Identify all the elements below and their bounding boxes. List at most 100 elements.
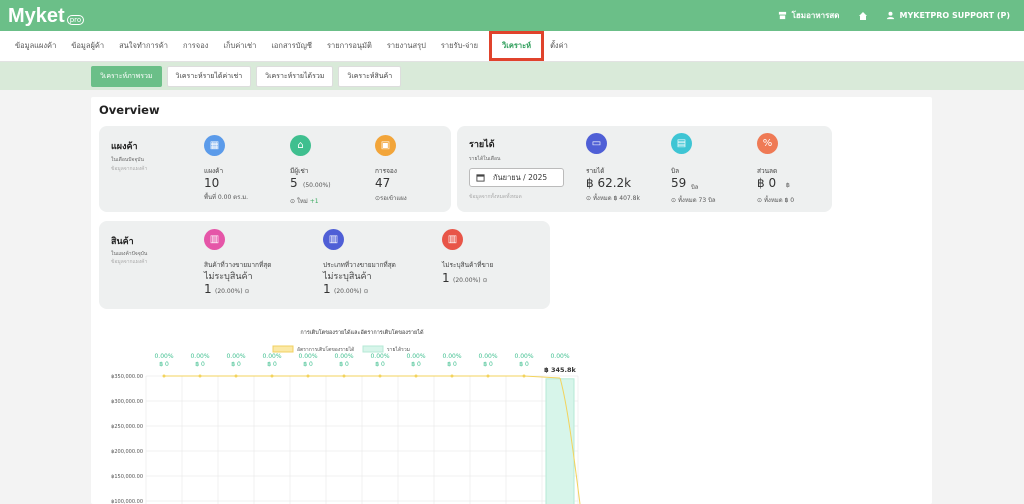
logo[interactable]: Myket pro (8, 5, 85, 27)
revenue-growth-chart: การเติบโตของรายได้และอัตราการเติบโตของรา… (111, 328, 581, 504)
tenant-new: ⊙ ใหม่ +1 (290, 198, 319, 205)
revenue-value-label: ฿ 0 (483, 361, 493, 368)
chart-title: การเติบโตของรายได้และอัตราการเติบโตของรา… (300, 328, 424, 336)
revenue-value-label: ฿ 0 (267, 361, 277, 368)
growth-pct-label: 0.00% (262, 353, 281, 360)
p1-name: ไม่ระบุสินค้า (204, 272, 253, 282)
growth-point (522, 374, 526, 378)
menu-item-approvals[interactable]: รายการอนุมัติ (327, 40, 372, 52)
discount-icon: % (757, 133, 778, 154)
menu-item-income-expense[interactable]: รายรับ-จ่าย (441, 40, 478, 52)
brand-suffix: pro (66, 14, 85, 25)
tenant-pct: (50.00%) (303, 182, 331, 189)
stalls-sub: ในเดือนปัจจุบัน (111, 157, 144, 163)
growth-point (414, 374, 418, 378)
top-bar: Myket pro โฮมอาหารสด MYKETPRO SUPPORT (P… (0, 0, 1024, 31)
p1-pct: (20.00%) ⊙ (215, 288, 250, 295)
bill-total: ⊙ ทั้งหมด 73 บิล (671, 197, 716, 204)
menu-item-interest[interactable]: สนใจทำการค้า (119, 40, 168, 52)
tenant-label: มีผู้เช่า (290, 167, 309, 175)
subtab-rent-income[interactable]: วิเคราะห์รายได้ค่าเช่า (166, 65, 252, 87)
legend-revenue: รายได้รวม (387, 346, 410, 353)
income-sub2: ข้อมูลจากทั้งหมดทั้งหมด (469, 194, 522, 200)
legend-swatch-growth (272, 345, 294, 353)
store-front-icon: ▥ (323, 229, 344, 250)
growth-point (162, 374, 166, 378)
revenue-bar (545, 378, 575, 504)
revenue-total: ⊙ ทั้งหมด ฿ 407.8k (586, 195, 640, 202)
stall-area: พื้นที่ 0.00 ตร.ม. (204, 194, 249, 201)
revenue-value-label: ฿ 0 (447, 361, 457, 368)
growth-point (306, 374, 310, 378)
menu-item-tenants[interactable]: ข้อมูลผู้ค้า (71, 40, 104, 52)
growth-point (450, 374, 454, 378)
store-label: โฮมอาหารสด (791, 11, 840, 20)
home-button[interactable] (858, 11, 868, 21)
booking-icon: ▣ (375, 135, 396, 156)
calendar-icon (476, 174, 485, 182)
revenue-value-label: ฿ 0 (375, 361, 385, 368)
p3-pct: (20.00%) ⊙ (453, 277, 488, 284)
tenant-value: 5 (290, 176, 298, 190)
subtab-overview[interactable]: วิเคราะห์ภาพรวม (91, 65, 162, 87)
y-tick-label: ฿150,000.00 (111, 474, 143, 480)
products-sub2: ข้อมูลจากแผงค้า (111, 259, 148, 265)
menu-item-rent[interactable]: เก็บค่าเช่า (223, 40, 256, 52)
p3-label: ไม่ระบุสินค้าที่ขาย (442, 261, 494, 269)
store-icon (778, 11, 786, 20)
growth-point (198, 374, 202, 378)
p3-value: 1 (442, 271, 450, 285)
income-title: รายได้ (469, 140, 495, 150)
revenue-value: ฿ 62.2k (586, 176, 632, 190)
p1-value: 1 (204, 282, 212, 296)
growth-point (342, 374, 346, 378)
y-tick-label: ฿350,000.00 (111, 374, 143, 380)
growth-point (270, 374, 274, 378)
menu-item-stalls[interactable]: ข้อมูลแผงค้า (15, 40, 56, 52)
last-pct-label: 0.00% (550, 353, 569, 360)
subtab-products[interactable]: วิเคราะห์สินค้า (338, 65, 402, 87)
booking-value: 47 (375, 176, 391, 190)
growth-pct-label: 0.00% (478, 353, 497, 360)
growth-pct-label: 0.00% (442, 353, 461, 360)
products-sub: ในแผงค้าปัจจุบัน (111, 251, 148, 257)
growth-pct-label: 0.00% (226, 353, 245, 360)
p2-name: ไม่ระบุสินค้า (323, 272, 372, 282)
month-picker[interactable]: กันยายน / 2025 (469, 168, 564, 187)
revenue-label: รายได้ (586, 167, 605, 175)
legend-growth: อัตราการเติบโตของรายได้ (297, 346, 354, 353)
revenue-value-label: ฿ 0 (303, 361, 313, 368)
growth-point (378, 374, 382, 378)
main-menu: ข้อมูลแผงค้า ข้อมูลผู้ค้า สนใจทำการค้า ก… (0, 31, 1024, 62)
stall-count-value: 10 (204, 176, 220, 190)
discount-label: ส่วนลด (757, 167, 778, 175)
growth-pct-label: 0.00% (406, 353, 425, 360)
growth-pct-label: 0.00% (370, 353, 389, 360)
user-menu[interactable]: MYKETPRO SUPPORT (P) (886, 11, 1011, 20)
p2-value: 1 (323, 282, 331, 296)
revenue-value-label: ฿ 0 (195, 361, 205, 368)
growth-pct-label: 0.00% (190, 353, 209, 360)
stall-count-label: แผงค้า (204, 167, 224, 175)
growth-pct-label: 0.00% (154, 353, 173, 360)
house-icon: ⌂ (290, 135, 311, 156)
bill-unit: บิล (691, 184, 699, 191)
revenue-value-label: ฿ 0 (519, 361, 529, 368)
menu-item-documents[interactable]: เอกสารบัญชี (271, 40, 312, 52)
user-label: MYKETPRO SUPPORT (P) (899, 11, 1011, 20)
subtab-total-income[interactable]: วิเคราะห์รายได้รวม (256, 65, 334, 87)
stalls-sub2: ข้อมูลจากแผงค้า (111, 166, 148, 172)
revenue-value-label: ฿ 0 (411, 361, 421, 368)
menu-item-booking[interactable]: การจอง (183, 40, 208, 52)
booking-label: การจอง (375, 167, 397, 175)
products-title: สินค้า (111, 237, 134, 247)
y-tick-label: ฿100,000.00 (111, 499, 143, 504)
home-icon (858, 11, 867, 20)
y-tick-label: ฿250,000.00 (111, 424, 143, 430)
menu-item-reports[interactable]: รายงานสรุป (387, 40, 426, 52)
menu-item-analysis[interactable]: วิเคราะห์ (489, 31, 545, 61)
store-off-icon: ▥ (442, 229, 463, 250)
menu-item-settings[interactable]: ตั้งค่า (550, 40, 568, 52)
money-icon: ▭ (586, 133, 607, 154)
store-selector[interactable]: โฮมอาหารสด (778, 9, 840, 22)
